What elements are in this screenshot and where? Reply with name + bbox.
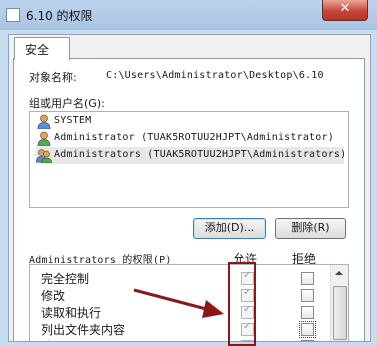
folder-icon <box>6 8 20 22</box>
permission-name: 修改 <box>41 289 66 303</box>
list-item-system[interactable]: SYSTEM <box>36 113 344 130</box>
list-item-administrator[interactable]: Administrator (TUAK5ROTUU2HJPT\Administr… <box>36 130 344 147</box>
deny-checkbox[interactable] <box>301 306 314 319</box>
title-bar: 6.10 的权限 ✕ <box>0 0 377 30</box>
close-icon: ✕ <box>339 1 351 16</box>
scroll-thumb[interactable] <box>333 286 347 340</box>
permission-row-read: 读取 <box>30 337 330 341</box>
add-button[interactable]: 添加(D)... <box>193 218 266 239</box>
users-icon <box>36 149 52 163</box>
tab-security[interactable]: 安全 <box>14 37 70 60</box>
window-title: 6.10 的权限 <box>26 9 93 23</box>
permission-name: 读取和执行 <box>41 306 102 320</box>
deny-checkbox[interactable] <box>301 272 314 285</box>
groups-listbox[interactable]: SYSTEM Administrator (TUAK5ROTUU2HJPT\Ad… <box>29 111 349 208</box>
object-name-value: C:\Users\Administrator\Desktop\6.10 <box>106 70 324 81</box>
remove-button[interactable]: 删除(R) <box>275 218 346 239</box>
permission-name: 列出文件夹内容 <box>41 323 126 337</box>
permission-name: 完全控制 <box>41 272 90 286</box>
permissions-scrollbar[interactable] <box>330 265 348 341</box>
tab-security-label: 安全 <box>25 43 50 57</box>
list-item-label: Administrator (TUAK5ROTUU2HJPT\Administr… <box>54 132 334 143</box>
scroll-up-arrow-icon[interactable] <box>332 266 346 281</box>
deny-checkbox[interactable] <box>301 340 314 341</box>
close-button[interactable]: ✕ <box>322 0 368 21</box>
groups-label: 组或用户名(G): <box>29 97 105 110</box>
user-icon <box>37 114 51 129</box>
deny-checkbox[interactable] <box>299 321 316 338</box>
permission-row-list-folder: 列出文件夹内容 <box>30 320 330 338</box>
annotation-highlight-box <box>228 262 256 346</box>
annotation-arrow-icon <box>133 288 224 318</box>
list-item-administrators[interactable]: Administrators (TUAK5ROTUU2HJPT\Administ… <box>36 147 347 164</box>
list-item-label: Administrators (TUAK5ROTUU2HJPT\Administ… <box>54 149 347 160</box>
object-name-label: 对象名称: <box>29 71 77 84</box>
user-icon <box>37 131 51 146</box>
deny-checkbox[interactable] <box>301 289 314 302</box>
list-item-label: SYSTEM <box>54 115 92 126</box>
